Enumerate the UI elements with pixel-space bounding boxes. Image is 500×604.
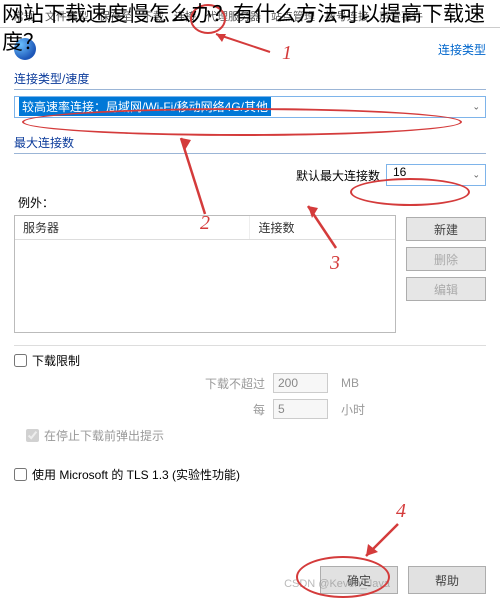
stop-popup-checkbox [26, 429, 39, 442]
new-button[interactable]: 新建 [406, 217, 486, 241]
col-conn: 连接数 [250, 216, 395, 239]
tab-sitemgr[interactable]: 站点管理 [266, 5, 320, 27]
help-button[interactable]: 帮助 [408, 566, 486, 594]
col-server: 服务器 [15, 216, 250, 239]
connection-type-link[interactable]: 连接类型 [438, 41, 486, 58]
edit-button[interactable]: 编辑 [406, 277, 486, 301]
default-max-conn-value: 16 [393, 165, 406, 179]
limit-per-label: 每 [84, 401, 265, 418]
conn-type-dropdown[interactable]: 较高速率连接：局域网/Wi-Fi/移动网络4G/其他 ⌄ [14, 96, 486, 118]
tls-label: 使用 Microsoft 的 TLS 1.3 (实验性功能) [32, 466, 240, 483]
conn-type-value: 较高速率连接：局域网/Wi-Fi/移动网络4G/其他 [19, 97, 271, 116]
tab-saveto[interactable]: 保存至 [94, 5, 137, 27]
app-logo-icon [14, 38, 36, 60]
stop-popup-label: 在停止下载前弹出提示 [44, 427, 164, 444]
tab-sound[interactable]: 声音事件 [374, 5, 428, 27]
tab-filetype[interactable]: 文件类型 [40, 5, 94, 27]
delete-button[interactable]: 删除 [406, 247, 486, 271]
limit-size-field[interactable] [273, 373, 328, 393]
tab-download[interactable]: 下载 [137, 5, 169, 27]
limit-size-unit: MB [341, 376, 486, 390]
download-limit-label: 下载限制 [32, 352, 80, 369]
chevron-down-icon: ⌄ [472, 102, 480, 113]
limit-per-field[interactable] [273, 399, 328, 419]
default-max-conn-label: 默认最大连接数 [296, 167, 380, 184]
limit-per-unit: 小时 [341, 401, 486, 418]
tab-connection[interactable]: 连接 [169, 5, 201, 27]
tab-proxy[interactable]: 代理服务器 [201, 5, 266, 27]
exceptions-table[interactable]: 服务器 连接数 [14, 215, 396, 333]
section-max-conn-label: 最大连接数 [14, 134, 486, 154]
chevron-down-icon: ⌄ [472, 170, 480, 181]
watermark: CSDN @Keven_Java [284, 578, 390, 590]
except-label: 例外： [18, 194, 486, 211]
anno-arrow-4 [360, 520, 405, 562]
content-area: 连接类型 连接类型/速度 较高速率连接：局域网/Wi-Fi/移动网络4G/其他 … [0, 28, 500, 495]
tab-dialup[interactable]: 拨号连接 [320, 5, 374, 27]
tab-bar: 常规 文件类型 保存至 下载 连接 代理服务器 站点管理 拨号连接 声音事件 [0, 0, 500, 28]
tls-checkbox[interactable] [14, 468, 27, 481]
limit-size-label: 下载不超过 [84, 375, 265, 392]
section-conn-type-label: 连接类型/速度 [14, 70, 486, 90]
anno-num-4: 4 [396, 500, 406, 523]
default-max-conn-select[interactable]: 16 ⌄ [386, 164, 486, 186]
download-limit-checkbox[interactable] [14, 354, 27, 367]
tab-general[interactable]: 常规 [8, 5, 40, 27]
